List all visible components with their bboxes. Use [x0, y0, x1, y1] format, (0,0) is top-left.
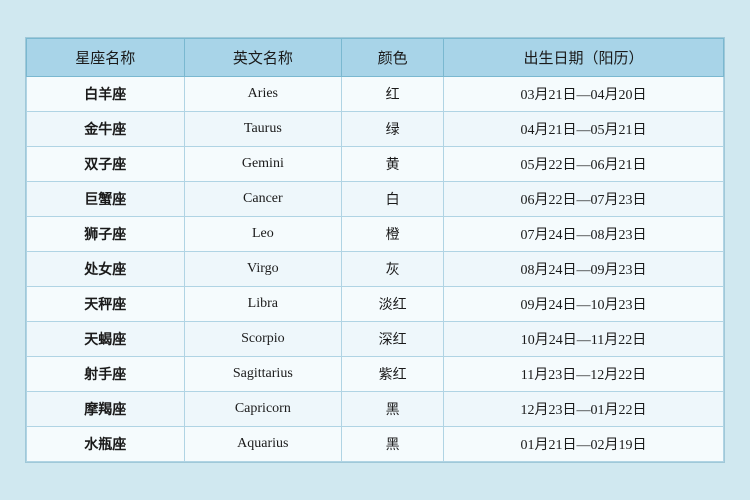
table-row: 水瓶座Aquarius黑01月21日—02月19日: [27, 427, 724, 462]
cell-english-name: Capricorn: [184, 392, 342, 427]
table-row: 狮子座Leo橙07月24日—08月23日: [27, 217, 724, 252]
cell-chinese-name: 摩羯座: [27, 392, 185, 427]
cell-english-name: Gemini: [184, 147, 342, 182]
zodiac-table: 星座名称 英文名称 颜色 出生日期（阳历） 白羊座Aries红03月21日—04…: [26, 38, 724, 462]
cell-english-name: Libra: [184, 287, 342, 322]
cell-english-name: Sagittarius: [184, 357, 342, 392]
cell-dates: 06月22日—07月23日: [444, 182, 724, 217]
table-row: 巨蟹座Cancer白06月22日—07月23日: [27, 182, 724, 217]
header-english-name: 英文名称: [184, 39, 342, 77]
zodiac-table-container: 星座名称 英文名称 颜色 出生日期（阳历） 白羊座Aries红03月21日—04…: [25, 37, 725, 463]
cell-chinese-name: 射手座: [27, 357, 185, 392]
cell-chinese-name: 双子座: [27, 147, 185, 182]
cell-dates: 09月24日—10月23日: [444, 287, 724, 322]
cell-chinese-name: 巨蟹座: [27, 182, 185, 217]
cell-color: 黑: [342, 427, 444, 462]
cell-color: 淡红: [342, 287, 444, 322]
header-chinese-name: 星座名称: [27, 39, 185, 77]
cell-chinese-name: 金牛座: [27, 112, 185, 147]
cell-color: 红: [342, 77, 444, 112]
cell-english-name: Taurus: [184, 112, 342, 147]
cell-color: 灰: [342, 252, 444, 287]
table-row: 金牛座Taurus绿04月21日—05月21日: [27, 112, 724, 147]
cell-chinese-name: 天秤座: [27, 287, 185, 322]
cell-dates: 01月21日—02月19日: [444, 427, 724, 462]
cell-color: 深红: [342, 322, 444, 357]
cell-dates: 05月22日—06月21日: [444, 147, 724, 182]
cell-dates: 08月24日—09月23日: [444, 252, 724, 287]
cell-chinese-name: 水瓶座: [27, 427, 185, 462]
cell-english-name: Cancer: [184, 182, 342, 217]
cell-chinese-name: 狮子座: [27, 217, 185, 252]
cell-english-name: Leo: [184, 217, 342, 252]
cell-color: 白: [342, 182, 444, 217]
table-body: 白羊座Aries红03月21日—04月20日金牛座Taurus绿04月21日—0…: [27, 77, 724, 462]
cell-color: 绿: [342, 112, 444, 147]
cell-dates: 03月21日—04月20日: [444, 77, 724, 112]
cell-english-name: Aries: [184, 77, 342, 112]
table-row: 天秤座Libra淡红09月24日—10月23日: [27, 287, 724, 322]
table-row: 处女座Virgo灰08月24日—09月23日: [27, 252, 724, 287]
cell-color: 黄: [342, 147, 444, 182]
cell-chinese-name: 处女座: [27, 252, 185, 287]
cell-dates: 07月24日—08月23日: [444, 217, 724, 252]
cell-english-name: Virgo: [184, 252, 342, 287]
cell-color: 紫红: [342, 357, 444, 392]
cell-english-name: Scorpio: [184, 322, 342, 357]
table-row: 双子座Gemini黄05月22日—06月21日: [27, 147, 724, 182]
table-row: 天蝎座Scorpio深红10月24日—11月22日: [27, 322, 724, 357]
cell-dates: 11月23日—12月22日: [444, 357, 724, 392]
cell-color: 黑: [342, 392, 444, 427]
table-header-row: 星座名称 英文名称 颜色 出生日期（阳历）: [27, 39, 724, 77]
cell-chinese-name: 天蝎座: [27, 322, 185, 357]
cell-english-name: Aquarius: [184, 427, 342, 462]
header-dates: 出生日期（阳历）: [444, 39, 724, 77]
header-color: 颜色: [342, 39, 444, 77]
table-row: 射手座Sagittarius紫红11月23日—12月22日: [27, 357, 724, 392]
cell-dates: 10月24日—11月22日: [444, 322, 724, 357]
cell-color: 橙: [342, 217, 444, 252]
cell-dates: 04月21日—05月21日: [444, 112, 724, 147]
cell-chinese-name: 白羊座: [27, 77, 185, 112]
cell-dates: 12月23日—01月22日: [444, 392, 724, 427]
table-row: 白羊座Aries红03月21日—04月20日: [27, 77, 724, 112]
table-row: 摩羯座Capricorn黑12月23日—01月22日: [27, 392, 724, 427]
